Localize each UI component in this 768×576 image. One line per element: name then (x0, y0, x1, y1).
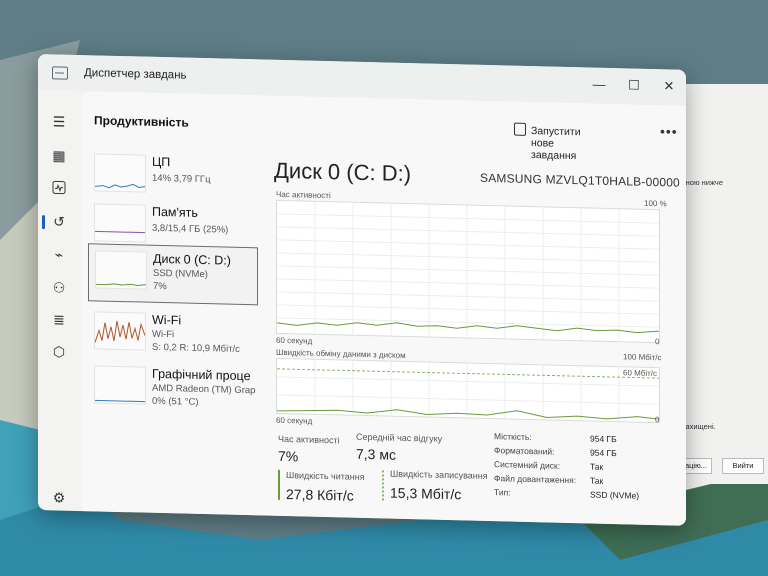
write-speed-value: 15,3 Мбіт/с (390, 484, 462, 503)
read-speed-value: 27,8 Кбіт/с (286, 486, 354, 504)
close-button[interactable]: ✕ (654, 75, 684, 98)
avg-response-label: Середній час відгуку (356, 431, 443, 444)
services-icon[interactable]: ⬡ (48, 340, 70, 363)
users-icon[interactable]: ⚇ (48, 276, 70, 299)
perf-item-detail: SSD (NVMe) (153, 267, 208, 281)
maximize-button[interactable]: ☐ (619, 74, 649, 97)
detail-key: Тип: (494, 487, 511, 498)
perf-item-name: Wi-Fi (152, 312, 182, 328)
graph-time-label: 60 секунд (276, 415, 313, 426)
settings-gear-icon[interactable]: ⚙ (48, 486, 70, 509)
disk-title: Диск 0 (C: D:) (274, 157, 412, 187)
more-options-button[interactable]: ••• (660, 123, 678, 139)
detail-key: Місткість: (494, 431, 532, 443)
background-window: юною нижче захищені. єнацію... Вийти (672, 84, 768, 484)
perf-item-detail: 0% (51 °C) (152, 395, 199, 408)
perf-item-gpu[interactable]: Графічний проце AMD Radeon (TM) Grap 0% … (88, 359, 256, 419)
perf-item-detail: 14% 3,79 ГГц (152, 172, 211, 186)
graph-min-label: 0 (655, 415, 660, 425)
detail-value: Так (590, 461, 604, 472)
performance-icon[interactable] (48, 178, 70, 201)
performance-content: Продуктивність Запустити нове завдання •… (82, 91, 686, 526)
active-time-graph (276, 199, 660, 344)
startup-apps-icon[interactable]: ⌁ (48, 243, 70, 266)
window-title: Диспетчер завдань (84, 67, 187, 82)
disk-model: SAMSUNG MZVLQ1T0HALB-00000 (480, 170, 680, 190)
avg-response-value: 7,3 мс (356, 445, 396, 463)
processes-icon[interactable]: ▦ (48, 144, 70, 167)
perf-item-detail: 7% (153, 280, 167, 293)
nav-sidebar: ☰ ▦ ↺ ⌁ ⚇ ≣ ⬡ ⚙ (38, 90, 82, 511)
perf-item-detail: Wi-Fi (152, 328, 175, 341)
task-manager-app-icon (52, 66, 68, 80)
memory-thumbnail-graph (94, 203, 146, 243)
perf-item-name: ЦП (152, 154, 171, 170)
detail-key: Форматований: (494, 445, 555, 457)
graph-label-active-time: Час активності (276, 189, 331, 201)
background-window-text: захищені. (682, 422, 716, 431)
wifi-thumbnail-graph (94, 311, 146, 351)
perf-item-detail: S: 0,2 R: 10,9 Мбіт/с (152, 341, 240, 355)
active-tab-indicator (42, 215, 45, 230)
minimize-button[interactable]: — (584, 73, 614, 96)
disk-thumbnail-graph (95, 250, 147, 290)
detail-value: SSD (NVMe) (590, 489, 640, 501)
perf-item-disk-0[interactable]: Диск 0 (C: D:) SSD (NVMe) 7% (88, 243, 258, 306)
graph-max-transfer-top: 100 Мбіт/с (623, 352, 662, 363)
new-task-icon (514, 122, 526, 136)
perf-item-name: Пам'ять (152, 204, 198, 220)
detail-key: Файл довантаження: (494, 473, 577, 486)
detail-value: 954 ГБ (590, 433, 617, 445)
perf-item-detail: AMD Radeon (TM) Grap (152, 382, 256, 397)
read-speed-bar (278, 469, 280, 500)
active-time-value: 7% (278, 447, 299, 465)
graph-max-transfer: 60 Мбіт/с (623, 368, 658, 379)
gpu-thumbnail-graph (94, 365, 146, 405)
detail-key: Системний диск: (494, 459, 561, 471)
page-title: Продуктивність (94, 113, 189, 130)
active-time-label: Час активності (278, 433, 340, 446)
background-window-exit-button[interactable]: Вийти (722, 458, 764, 474)
perf-item-wifi[interactable]: Wi-Fi Wi-Fi S: 0,2 R: 10,9 Мбіт/с (88, 305, 256, 365)
run-new-task-label: Запустити нове завдання (531, 125, 581, 163)
cpu-thumbnail-graph (94, 153, 146, 193)
graph-max-active-time: 100 % (644, 198, 667, 209)
write-speed-label: Швидкість записування (390, 468, 488, 481)
app-history-icon[interactable]: ↺ (48, 210, 70, 233)
details-icon[interactable]: ≣ (48, 308, 70, 331)
perf-item-name: Диск 0 (C: D:) (153, 251, 231, 268)
perf-item-detail: 3,8/15,4 ГБ (25%) (152, 222, 229, 236)
read-speed-label: Швидкість читання (286, 470, 365, 482)
background-window-text: юною нижче (680, 178, 723, 187)
transfer-rate-graph (276, 357, 660, 424)
perf-item-name: Графічний проце (152, 366, 251, 384)
write-speed-bar (382, 470, 384, 501)
detail-value: Так (590, 475, 604, 486)
hamburger-menu-icon[interactable]: ☰ (48, 110, 70, 133)
task-manager-window: Диспетчер завдань — ☐ ✕ ☰ ▦ ↺ ⌁ ⚇ ≣ ⬡ ⚙ … (38, 54, 686, 526)
detail-value: 954 ГБ (590, 447, 617, 459)
graph-time-label: 60 секунд (276, 335, 313, 346)
graph-min-label: 0 (655, 337, 660, 347)
performance-list: ЦП 14% 3,79 ГГц Пам'ять 3,8/15,4 ГБ (25%… (88, 147, 258, 511)
